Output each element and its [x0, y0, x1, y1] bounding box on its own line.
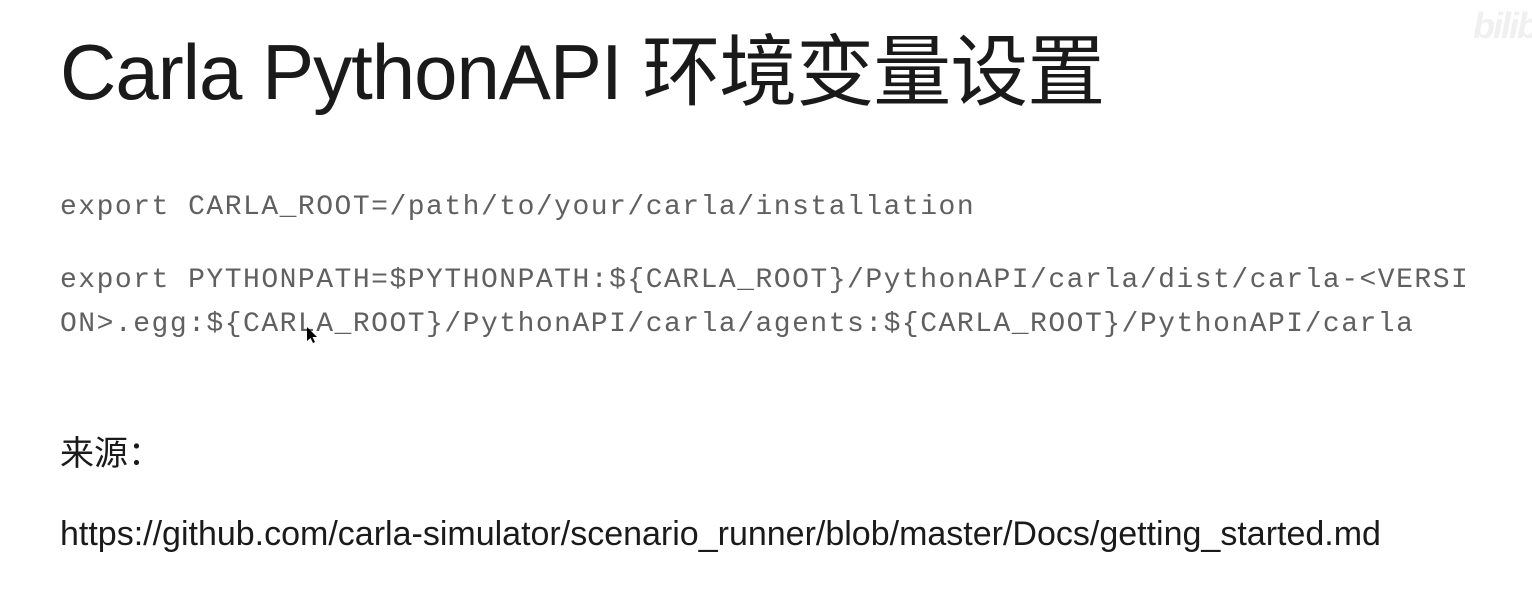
code-block-carla-root: export CARLA_ROOT=/path/to/your/carla/in…	[60, 186, 1472, 229]
code-block-pythonpath: export PYTHONPATH=$PYTHONPATH:${CARLA_RO…	[60, 259, 1472, 346]
source-label: 来源：	[60, 426, 1472, 475]
page-title: Carla PythonAPI 环境变量设置	[60, 30, 1472, 116]
watermark: bilib	[1473, 5, 1532, 47]
slide-content: Carla PythonAPI 环境变量设置 export CARLA_ROOT…	[0, 0, 1532, 554]
source-url: https://github.com/carla-simulator/scena…	[60, 515, 1472, 554]
